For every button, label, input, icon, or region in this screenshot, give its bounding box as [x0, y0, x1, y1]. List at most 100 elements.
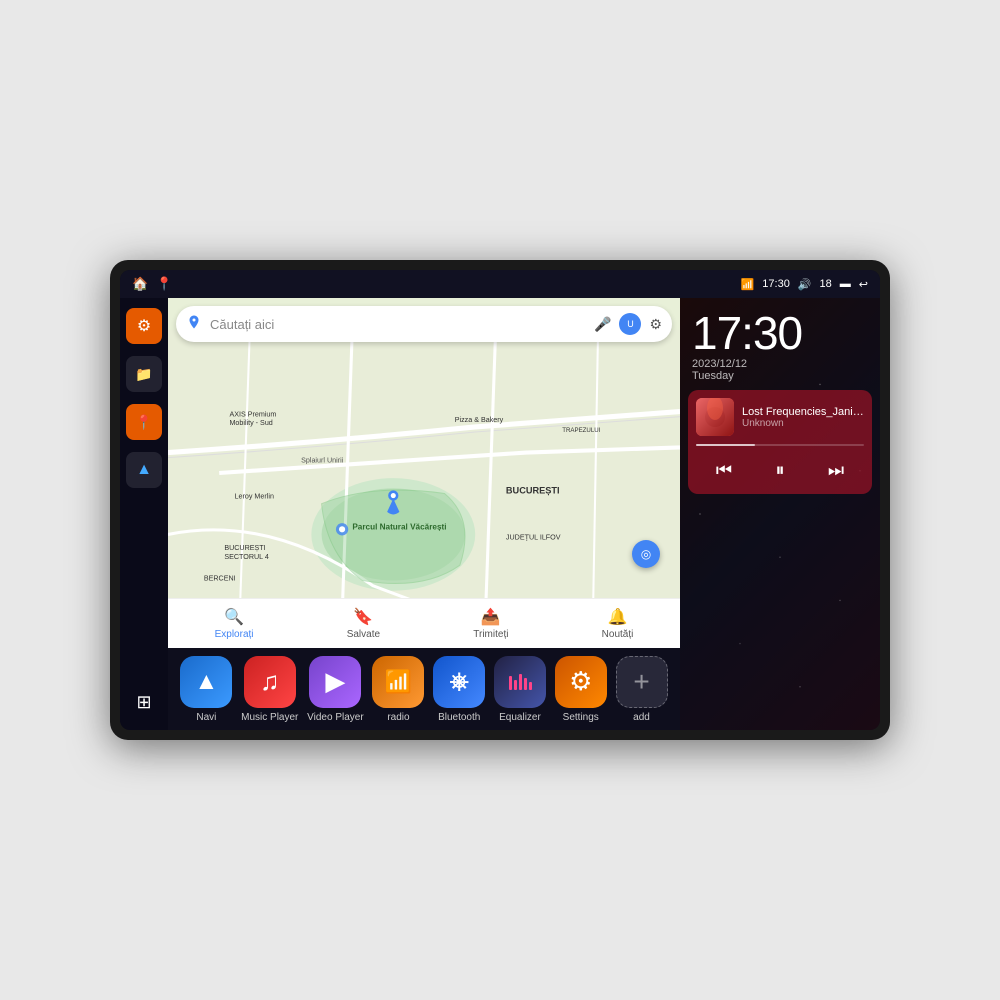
gear-icon: ⚙	[137, 316, 151, 336]
bell-icon: 🔔	[608, 607, 628, 627]
status-time: 17:30	[762, 278, 790, 290]
svg-text:BERCENI: BERCENI	[204, 575, 236, 583]
device-screen: 🏠 📍 📶 17:30 🔊 18 ▬ ↩ ⚙ 📁	[120, 270, 880, 730]
skip-forward-icon: ⏭	[828, 460, 844, 481]
user-avatar[interactable]: U	[619, 313, 641, 335]
svg-text:JUDEȚUL ILFOV: JUDEȚUL ILFOV	[506, 534, 561, 542]
map-nav-news-label: Noutăți	[602, 629, 634, 640]
map-settings-icon[interactable]: ⚙	[649, 316, 662, 333]
status-bar-left: 🏠 📍	[132, 276, 172, 292]
music-title: Lost Frequencies_Janie...	[742, 406, 864, 418]
video-player-label: Video Player	[307, 712, 364, 723]
sidebar-settings-button[interactable]: ⚙	[126, 308, 162, 344]
battery-num: 18	[820, 278, 832, 290]
right-panel: 17:30 2023/12/12 Tuesday	[680, 298, 880, 730]
home-icon[interactable]: 🏠	[132, 276, 148, 292]
clock-time: 17:30	[692, 310, 868, 356]
navi-icon-bg: ▲	[180, 656, 232, 708]
map-svg: Splaiurl Unirii Parcul Natural Văcărești…	[168, 298, 680, 648]
app-bluetooth[interactable]: ⎈ Bluetooth	[433, 656, 485, 723]
app-equalizer[interactable]: Equalizer	[494, 656, 546, 723]
add-icon-bg: +	[616, 656, 668, 708]
music-note-icon: ♫	[260, 666, 280, 697]
svg-text:SECTORUL 4: SECTORUL 4	[224, 553, 269, 561]
video-icon-bg: ▶	[309, 656, 361, 708]
compass-icon: ◎	[641, 547, 651, 561]
map-nav-news[interactable]: 🔔 Noutăți	[602, 607, 634, 640]
add-label: add	[633, 712, 650, 723]
main-content: ⚙ 📁 📍 ▲ ⊞	[120, 298, 880, 730]
svg-text:Pizza & Bakery: Pizza & Bakery	[455, 416, 504, 424]
music-widget[interactable]: Lost Frequencies_Janie... Unknown ⏮ ⏸	[688, 390, 872, 494]
svg-text:BUCUREȘTI: BUCUREȘTI	[224, 544, 265, 552]
svg-text:Mobility - Sud: Mobility - Sud	[229, 419, 272, 427]
app-radio[interactable]: 📶 radio	[372, 656, 424, 723]
map-pin-icon: 📍	[135, 414, 152, 431]
mic-icon[interactable]: 🎤	[594, 316, 611, 333]
sidebar-maps-button[interactable]: 📍	[126, 404, 162, 440]
equalizer-bars-icon	[506, 668, 534, 696]
gps-recenter-button[interactable]: ◎	[632, 540, 660, 568]
music-controls: ⏮ ⏸ ⏭	[696, 454, 864, 486]
map-nav-explore-label: Explorați	[215, 629, 254, 640]
skip-back-icon: ⏮	[716, 460, 732, 481]
progress-fill	[696, 444, 755, 446]
share-icon: 📤	[481, 607, 501, 627]
pause-icon: ⏸	[776, 460, 785, 481]
add-icon: +	[633, 668, 649, 696]
map-search-bar[interactable]: Căutați aici 🎤 U ⚙	[176, 306, 672, 342]
prev-track-button[interactable]: ⏮	[708, 454, 740, 486]
map-nav-share-label: Trimiteți	[473, 629, 508, 640]
equalizer-icon-bg	[494, 656, 546, 708]
map-search-input[interactable]: Căutați aici	[210, 317, 586, 332]
navi-label: Navi	[196, 712, 216, 723]
app-music-player[interactable]: ♫ Music Player	[241, 656, 298, 723]
svg-text:AXIS Premium: AXIS Premium	[229, 411, 276, 419]
svg-text:BUCUREȘTI: BUCUREȘTI	[506, 485, 560, 495]
sidebar-nav-button[interactable]: ▲	[126, 452, 162, 488]
map-nav-explore[interactable]: 🔍 Explorați	[215, 607, 254, 640]
radio-icon-bg: 📶	[372, 656, 424, 708]
navigation-icon: ▲	[136, 461, 152, 479]
google-maps-logo	[186, 314, 202, 335]
settings-label: Settings	[563, 712, 599, 723]
sidebar-folder-button[interactable]: 📁	[126, 356, 162, 392]
clock-section: 17:30 2023/12/12 Tuesday	[680, 298, 880, 390]
app-settings[interactable]: ⚙ Settings	[555, 656, 607, 723]
app-navi[interactable]: ▲ Navi	[180, 656, 232, 723]
play-icon: ▶	[325, 666, 345, 697]
grid-icon: ⊞	[136, 692, 151, 713]
center-area: Splaiurl Unirii Parcul Natural Văcărești…	[168, 298, 680, 730]
next-track-button[interactable]: ⏭	[820, 454, 852, 486]
bottom-app-bar: ▲ Navi ♫ Music Player ▶ Vid	[168, 648, 680, 730]
bluetooth-icon-bg: ⎈	[433, 656, 485, 708]
radio-wave-icon: 📶	[385, 669, 412, 695]
music-text: Lost Frequencies_Janie... Unknown	[742, 406, 864, 429]
music-artist: Unknown	[742, 418, 864, 429]
apps-grid-button[interactable]: ⊞	[126, 684, 162, 720]
status-bar: 🏠 📍 📶 17:30 🔊 18 ▬ ↩	[120, 270, 880, 298]
maps-pin-icon[interactable]: 📍	[156, 276, 172, 292]
svg-text:Parcul Natural Văcărești: Parcul Natural Văcărești	[352, 522, 446, 531]
progress-bar[interactable]	[696, 444, 864, 446]
album-art	[696, 398, 734, 436]
app-video-player[interactable]: ▶ Video Player	[307, 656, 364, 723]
app-add[interactable]: + add	[616, 656, 668, 723]
battery-icon: ▬	[840, 278, 851, 290]
clock-date: 2023/12/12 Tuesday	[692, 358, 868, 382]
equalizer-label: Equalizer	[499, 712, 541, 723]
bluetooth-icon: ⎈	[450, 668, 469, 696]
back-icon[interactable]: ↩	[859, 278, 868, 291]
map-nav-saved[interactable]: 🔖 Salvate	[347, 607, 380, 640]
volume-icon: 🔊	[798, 278, 812, 291]
music-info-row: Lost Frequencies_Janie... Unknown	[696, 398, 864, 436]
status-bar-right: 📶 17:30 🔊 18 ▬ ↩	[741, 278, 868, 291]
svg-text:TRAPEZULUI: TRAPEZULUI	[562, 427, 600, 434]
pause-button[interactable]: ⏸	[764, 454, 796, 486]
wifi-icon: 📶	[741, 278, 755, 291]
music-icon-bg: ♫	[244, 656, 296, 708]
bookmark-icon: 🔖	[353, 607, 373, 627]
map-container[interactable]: Splaiurl Unirii Parcul Natural Văcărești…	[168, 298, 680, 648]
folder-icon: 📁	[135, 366, 152, 383]
map-nav-share[interactable]: 📤 Trimiteți	[473, 607, 508, 640]
